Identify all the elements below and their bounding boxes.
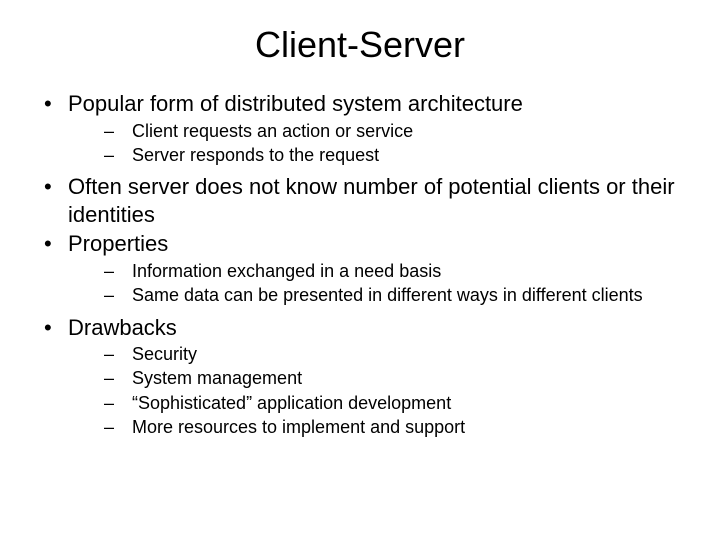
sub-bullet-item: Same data can be presented in different … — [68, 284, 688, 307]
sub-bullet-item: More resources to implement and support — [68, 416, 688, 439]
bullet-text: Popular form of distributed system archi… — [68, 91, 523, 116]
bullet-item: Popular form of distributed system archi… — [32, 90, 688, 167]
bullet-item: Properties Information exchanged in a ne… — [32, 230, 688, 307]
bullet-item: Often server does not know number of pot… — [32, 173, 688, 228]
sub-bullet-item: Server responds to the request — [68, 144, 688, 167]
slide: Client-Server Popular form of distribute… — [0, 0, 720, 540]
sub-bullet-item: System management — [68, 367, 688, 390]
slide-title: Client-Server — [32, 24, 688, 66]
sub-bullet-item: Information exchanged in a need basis — [68, 260, 688, 283]
sub-bullet-list: Information exchanged in a need basis Sa… — [68, 260, 688, 308]
bullet-text: Drawbacks — [68, 315, 177, 340]
bullet-list: Popular form of distributed system archi… — [32, 90, 688, 440]
bullet-item: Drawbacks Security System management “So… — [32, 314, 688, 440]
sub-bullet-item: Security — [68, 343, 688, 366]
sub-bullet-list: Client requests an action or service Ser… — [68, 120, 688, 168]
sub-bullet-item: Client requests an action or service — [68, 120, 688, 143]
sub-bullet-list: Security System management “Sophisticate… — [68, 343, 688, 440]
bullet-text: Properties — [68, 231, 168, 256]
sub-bullet-item: “Sophisticated” application development — [68, 392, 688, 415]
